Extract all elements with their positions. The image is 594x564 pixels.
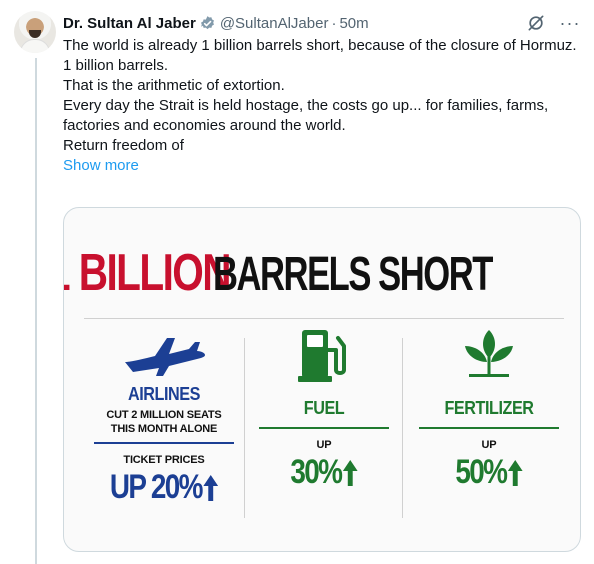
fertilizer-up-label: UP [481, 439, 497, 451]
airlines-title: AIRLINES [127, 384, 200, 404]
fuel-pump-icon [298, 330, 346, 382]
fertilizer-title: FERTILIZER [444, 398, 534, 418]
fertilizer-value-text: 50% [455, 453, 508, 491]
separator-dot: · [331, 14, 337, 32]
tweet-timestamp[interactable]: 50m [339, 15, 368, 32]
fuel-column: FUEL UP 30% [259, 326, 389, 492]
tweet-line: Return freedom of [63, 137, 184, 154]
tweet-line: 1 billion barrels. [63, 57, 169, 74]
fertilizer-underline [419, 427, 559, 429]
fertilizer-column: FERTILIZER UP 50% [414, 326, 564, 492]
up-arrow-icon [342, 459, 358, 486]
headline-divider [84, 318, 564, 319]
verified-badge-icon [200, 15, 214, 29]
author-handle[interactable]: @SultanAlJaber [220, 15, 329, 32]
fuel-underline [259, 427, 389, 429]
column-divider [244, 338, 245, 518]
tweet-line: The world is already 1 billion barrels s… [63, 37, 577, 54]
airlines-value-text: UP 20% [109, 468, 204, 506]
author-name[interactable]: Dr. Sultan Al Jaber [63, 15, 196, 32]
plant-sprout-icon [465, 330, 513, 377]
up-arrow-icon [507, 459, 523, 486]
headline-red-text: 1 BILLION [63, 244, 231, 302]
airplane-icon [125, 338, 205, 376]
ticket-prices-label: TICKET PRICES [123, 454, 205, 466]
airlines-column: AIRLINES CUT 2 MILLION SEATS THIS MONTH … [94, 326, 234, 507]
tweet-actions-top: ··· [526, 13, 580, 33]
more-options-icon[interactable]: ··· [560, 13, 580, 33]
avatar[interactable] [14, 11, 56, 53]
thread-line [35, 58, 37, 564]
avatar-robe [20, 39, 50, 53]
avatar-beard [29, 30, 41, 38]
airlines-underline [94, 442, 234, 444]
fertilizer-value: 50% [428, 453, 551, 492]
tweet-line: Every day the Strait is held hostage, th… [63, 97, 549, 134]
tweet-line: That is the arithmetic of extortion. [63, 77, 285, 94]
infographic-headline: 1 BILLION BARRELS SHORT [64, 243, 564, 303]
fuel-value-text: 30% [290, 453, 343, 491]
fuel-up-label: UP [316, 439, 332, 451]
fuel-title: FUEL [303, 398, 345, 418]
media-card[interactable]: 1 BILLION BARRELS SHORT AIRLINES CUT 2 M… [63, 207, 581, 552]
airlines-subtitle-line: THIS MONTH ALONE [110, 423, 218, 435]
headline-black-text: BARRELS SHORT [213, 248, 493, 301]
column-divider [402, 338, 403, 518]
grok-icon[interactable] [526, 13, 546, 33]
show-more-link[interactable]: Show more [63, 157, 139, 174]
airlines-subtitle-line: CUT 2 MILLION SEATS [106, 409, 222, 421]
up-arrow-icon [203, 474, 219, 501]
tweet-header: Dr. Sultan Al Jaber @SultanAlJaber · 50m [63, 13, 369, 33]
airlines-value: UP 20% [107, 468, 222, 507]
fuel-value: 30% [271, 453, 378, 492]
tweet-body: The world is already 1 billion barrels s… [63, 36, 578, 176]
